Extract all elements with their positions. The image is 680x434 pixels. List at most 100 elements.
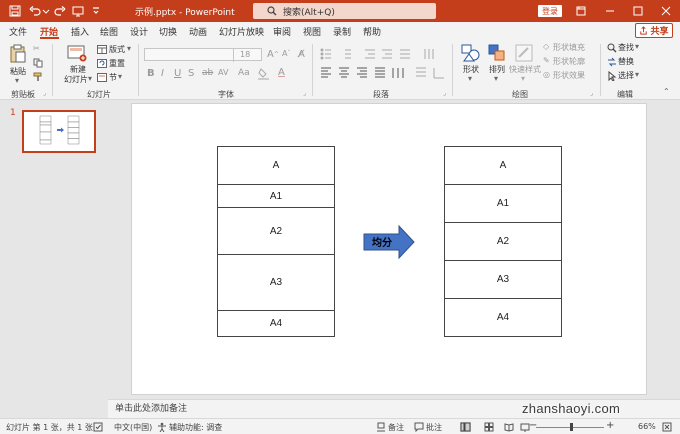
quick-styles-dropdown-icon[interactable]: ▾ bbox=[521, 74, 525, 83]
left-table-cell-a[interactable]: A bbox=[217, 146, 335, 185]
undo-icon[interactable] bbox=[28, 4, 42, 18]
close-icon[interactable] bbox=[651, 0, 680, 22]
new-slide-icon[interactable] bbox=[67, 44, 87, 62]
zoom-slider-thumb[interactable] bbox=[570, 423, 573, 431]
tab-insert[interactable]: 插入 bbox=[71, 25, 89, 38]
change-case-icon[interactable]: Aa bbox=[238, 68, 250, 78]
font-launcher-icon[interactable]: ⌟ bbox=[303, 90, 306, 97]
vertical-scrollbar[interactable] bbox=[670, 101, 680, 399]
slide-thumbnail-1[interactable] bbox=[22, 110, 96, 153]
left-table-cell-a3[interactable]: A3 bbox=[217, 254, 335, 311]
shape-effects-label[interactable]: 形状效果 bbox=[553, 70, 585, 81]
normal-view-icon[interactable] bbox=[460, 422, 471, 432]
shadow-icon[interactable]: S bbox=[188, 68, 194, 79]
maximize-icon[interactable] bbox=[623, 0, 653, 22]
tab-record[interactable]: 录制 bbox=[333, 25, 351, 38]
drawing-launcher-icon[interactable]: ⌟ bbox=[590, 90, 593, 97]
ribbon-display-options-icon[interactable] bbox=[566, 0, 596, 22]
comments-button[interactable]: 批注 bbox=[426, 422, 442, 433]
comments-icon[interactable] bbox=[414, 422, 424, 432]
font-color-icon[interactable]: A bbox=[278, 67, 285, 78]
layout-icon[interactable] bbox=[97, 45, 107, 54]
section-icon[interactable] bbox=[97, 73, 107, 82]
save-icon[interactable] bbox=[8, 4, 22, 18]
shapes-icon[interactable] bbox=[461, 44, 481, 62]
reading-view-icon[interactable] bbox=[504, 422, 514, 432]
zoom-out-icon[interactable]: − bbox=[529, 420, 537, 431]
find-dropdown-icon[interactable]: ▾ bbox=[635, 42, 639, 51]
replace-label[interactable]: 替换 bbox=[618, 56, 634, 67]
minimize-icon[interactable] bbox=[595, 0, 625, 22]
italic-icon[interactable]: I bbox=[161, 68, 164, 79]
section-dropdown-icon[interactable]: ▾ bbox=[118, 72, 122, 81]
redo-icon[interactable] bbox=[53, 4, 67, 18]
search-box[interactable]: 搜索(Alt+Q) bbox=[253, 3, 436, 19]
slide-sorter-icon[interactable] bbox=[484, 422, 494, 432]
undo-dropdown-icon[interactable] bbox=[42, 4, 50, 18]
shapes-dropdown-icon[interactable]: ▾ bbox=[468, 74, 472, 83]
arrange-dropdown-icon[interactable]: ▾ bbox=[494, 74, 498, 83]
new-slide-label-2[interactable]: 幻灯片 bbox=[64, 74, 88, 85]
tab-file[interactable]: 文件 bbox=[9, 25, 27, 38]
zoom-level[interactable]: 66% bbox=[638, 422, 656, 431]
format-painter-icon[interactable] bbox=[33, 72, 43, 82]
zoom-in-icon[interactable]: + bbox=[606, 420, 614, 431]
alignment-icons[interactable] bbox=[320, 67, 450, 79]
customize-quick-access-icon[interactable] bbox=[89, 4, 103, 18]
language-status[interactable]: 中文(中国) bbox=[114, 422, 152, 433]
section-label[interactable]: 节 bbox=[109, 72, 117, 83]
copy-icon[interactable] bbox=[33, 58, 43, 68]
paragraph-launcher-icon[interactable]: ⌟ bbox=[443, 90, 446, 97]
shrink-font-icon[interactable]: Aˇ bbox=[282, 49, 290, 58]
shape-effects-icon[interactable]: ◎ bbox=[543, 70, 550, 79]
right-table-cell-a2[interactable]: A2 bbox=[444, 222, 562, 261]
tab-view[interactable]: 视图 bbox=[303, 25, 321, 38]
accessibility-status[interactable]: 辅助功能: 调查 bbox=[169, 422, 222, 433]
paste-dropdown-icon[interactable]: ▾ bbox=[15, 76, 19, 85]
left-table-cell-a1[interactable]: A1 bbox=[217, 184, 335, 208]
accessibility-icon[interactable] bbox=[157, 422, 167, 432]
login-button[interactable]: 登录 bbox=[538, 5, 562, 17]
select-icon[interactable] bbox=[607, 71, 617, 81]
reset-label[interactable]: 重置 bbox=[109, 58, 125, 69]
layout-label[interactable]: 版式 bbox=[109, 44, 125, 55]
cut-icon[interactable]: ✂ bbox=[33, 44, 40, 53]
font-size-box[interactable]: 18 bbox=[233, 49, 262, 62]
left-table-cell-a4[interactable]: A4 bbox=[217, 310, 335, 337]
replace-icon[interactable] bbox=[607, 57, 617, 67]
select-label[interactable]: 选择 bbox=[618, 70, 634, 81]
clipboard-launcher-icon[interactable]: ⌟ bbox=[43, 90, 46, 97]
fit-to-window-icon[interactable] bbox=[662, 422, 672, 432]
paragraph-list-icons[interactable] bbox=[320, 48, 450, 60]
reset-icon[interactable] bbox=[97, 59, 107, 68]
clear-formatting-icon[interactable]: A̸ bbox=[298, 49, 305, 60]
strikethrough-icon[interactable]: ab bbox=[202, 68, 213, 78]
shape-outline-label[interactable]: 形状轮廓 bbox=[553, 56, 585, 67]
tab-draw[interactable]: 绘图 bbox=[100, 25, 118, 38]
bold-icon[interactable]: B bbox=[147, 68, 155, 79]
shape-fill-icon[interactable]: ◇ bbox=[543, 42, 549, 51]
paste-icon[interactable] bbox=[9, 44, 27, 64]
tab-transitions[interactable]: 切换 bbox=[159, 25, 177, 38]
grow-font-icon[interactable]: A ^ bbox=[267, 49, 279, 60]
left-table-cell-a2[interactable]: A2 bbox=[217, 207, 335, 255]
tab-animations[interactable]: 动画 bbox=[189, 25, 207, 38]
slideshow-from-start-icon[interactable] bbox=[71, 4, 85, 18]
share-button[interactable]: 共享 bbox=[635, 23, 673, 38]
find-label[interactable]: 查找 bbox=[618, 42, 634, 53]
tab-slideshow[interactable]: 幻灯片放映 bbox=[219, 25, 264, 38]
notes-icon[interactable] bbox=[376, 422, 386, 432]
spellcheck-icon[interactable] bbox=[93, 422, 103, 432]
collapse-ribbon-icon[interactable]: ⌃ bbox=[663, 87, 670, 96]
notes-button[interactable]: 备注 bbox=[388, 422, 404, 433]
layout-dropdown-icon[interactable]: ▾ bbox=[127, 44, 131, 53]
underline-icon[interactable]: U bbox=[174, 68, 181, 79]
select-dropdown-icon[interactable]: ▾ bbox=[635, 70, 639, 79]
arrange-icon[interactable] bbox=[488, 44, 506, 62]
tab-review[interactable]: 审阅 bbox=[273, 25, 291, 38]
right-table-cell-a4[interactable]: A4 bbox=[444, 298, 562, 337]
tab-help[interactable]: 帮助 bbox=[363, 25, 381, 38]
quick-styles-icon[interactable] bbox=[515, 44, 533, 62]
find-icon[interactable] bbox=[607, 43, 617, 53]
right-table-cell-a3[interactable]: A3 bbox=[444, 260, 562, 299]
